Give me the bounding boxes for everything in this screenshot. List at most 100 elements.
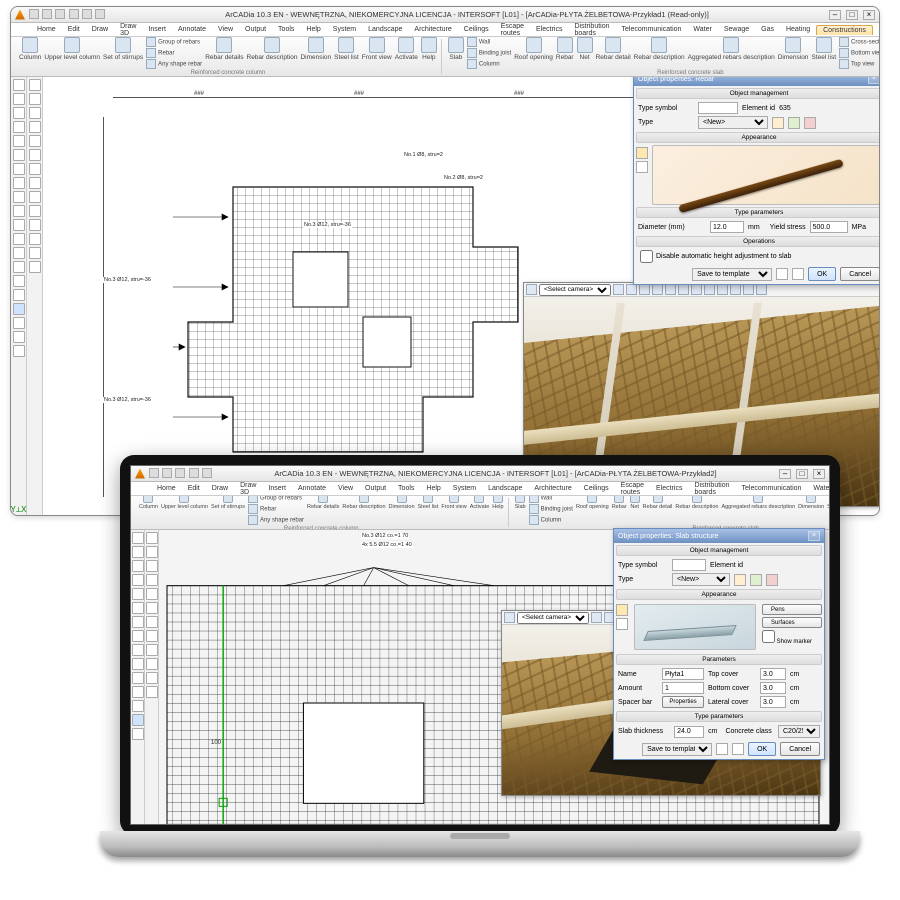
tool-pointer-icon[interactable]	[13, 79, 25, 91]
tool-line-icon[interactable]	[13, 93, 25, 105]
btn-help[interactable]: Help	[421, 37, 437, 69]
tab-water[interactable]: Water	[687, 25, 717, 34]
btn-rebar-desc[interactable]: Rebar description	[247, 37, 298, 69]
tool-b12-icon[interactable]	[29, 233, 41, 245]
tab-landscape[interactable]: Landscape	[362, 25, 408, 34]
input-yield[interactable]	[810, 221, 848, 233]
qat-open-icon[interactable]	[42, 9, 52, 19]
tab-escape[interactable]: Escape routes	[495, 22, 530, 38]
del-type-icon[interactable]	[804, 117, 816, 129]
tool-polyline-icon[interactable]	[13, 107, 25, 119]
input-typesymbol[interactable]	[698, 102, 738, 114]
v3-rotate-icon[interactable]	[591, 612, 602, 623]
close-button[interactable]: ×	[813, 469, 825, 479]
qat-redo-icon[interactable]	[202, 468, 212, 478]
appearance-tab2-icon[interactable]	[616, 618, 628, 630]
drawing-canvas[interactable]: ### ### ###	[43, 77, 879, 515]
qat-save-icon[interactable]	[175, 468, 185, 478]
chk-disable-height[interactable]	[640, 250, 653, 263]
v3-sun-icon[interactable]	[743, 284, 754, 295]
tab-electrics[interactable]: Electrics	[530, 25, 568, 34]
input-amount[interactable]	[662, 682, 704, 694]
tab-ceilings[interactable]: Ceilings	[458, 25, 495, 34]
tool-b14-icon[interactable]	[29, 261, 41, 273]
btn-dimension[interactable]: Dimension	[300, 37, 331, 69]
tab-help[interactable]: Help	[300, 25, 326, 34]
maximize-button[interactable]: □	[796, 469, 808, 479]
tool-b3-icon[interactable]	[29, 107, 41, 119]
tab-insert[interactable]: Insert	[142, 25, 172, 34]
spacer-properties-button[interactable]: Properties	[662, 696, 704, 708]
tool-rect-icon[interactable]	[13, 121, 25, 133]
btn-net[interactable]: Net	[577, 37, 593, 69]
export-icon[interactable]	[732, 743, 744, 755]
v3-zoom-icon[interactable]	[639, 284, 650, 295]
qat-new-icon[interactable]	[29, 9, 39, 19]
btn-dimension2[interactable]: Dimension	[778, 37, 809, 69]
input-name[interactable]	[662, 668, 704, 680]
tab-system[interactable]: System	[327, 25, 362, 34]
v3-side-icon[interactable]	[691, 284, 702, 295]
tab-sewage[interactable]: Sewage	[718, 25, 755, 34]
ok-button[interactable]: OK	[808, 267, 836, 281]
edit-type-icon[interactable]	[750, 574, 762, 586]
import-icon[interactable]	[776, 268, 788, 280]
quick-access-toolbar-2[interactable]	[149, 468, 213, 480]
tool-layers-icon[interactable]	[13, 303, 25, 315]
left-toolbar-2b[interactable]	[145, 530, 159, 825]
tool-b13-icon[interactable]	[29, 247, 41, 259]
tool-b11-icon[interactable]	[29, 219, 41, 231]
v3-wire-icon[interactable]	[730, 284, 741, 295]
btn-rebar-desc2[interactable]: Rebar description	[634, 37, 685, 69]
export-icon[interactable]	[792, 268, 804, 280]
tab-output[interactable]: Output	[239, 25, 272, 34]
add-type-icon[interactable]	[734, 574, 746, 586]
select-concrete-class[interactable]: C20/25	[778, 725, 820, 738]
btn-rebar-detail2[interactable]: Rebar detail	[596, 37, 631, 69]
cancel-button[interactable]: Cancel	[840, 267, 879, 281]
tool-copy-icon[interactable]	[13, 247, 25, 259]
tab-constructions[interactable]: Constructions	[816, 25, 873, 35]
input-slab-thickness[interactable]	[674, 726, 704, 738]
btn-rebar-details[interactable]: Rebar details	[205, 37, 243, 69]
tool-b8-icon[interactable]	[29, 177, 41, 189]
select-type[interactable]: <New>	[672, 573, 730, 586]
btn-slab[interactable]: Slab	[448, 37, 464, 69]
close-button[interactable]: ×	[863, 10, 875, 20]
dialog-close-icon[interactable]: ×	[808, 531, 820, 541]
tool-extend-icon[interactable]	[13, 345, 25, 357]
tool-b1-icon[interactable]	[29, 79, 41, 91]
tool-b7-icon[interactable]	[29, 163, 41, 175]
btn-upper-level[interactable]: Upper level column	[161, 496, 208, 525]
btn-column[interactable]: Column	[139, 496, 158, 525]
tool-b4-icon[interactable]	[29, 121, 41, 133]
tool-mirror-icon[interactable]	[13, 275, 25, 287]
tab-distboards[interactable]: Distribution boards	[568, 22, 615, 38]
v3-front-icon[interactable]	[665, 284, 676, 295]
btn-steel-list2[interactable]: Steel list	[811, 37, 836, 69]
btn-upper-level[interactable]: Upper level column	[44, 37, 100, 69]
tool-hatch-icon[interactable]	[13, 191, 25, 203]
input-typesymbol[interactable]	[672, 559, 706, 571]
v3-shade-icon[interactable]	[717, 284, 728, 295]
btn-steel-list[interactable]: Steel list	[334, 37, 359, 69]
mini-rebars[interactable]: Group of rebarsRebarAny shape rebar	[146, 37, 202, 69]
mini-wallcol[interactable]: WallBinding joistColumn	[467, 37, 511, 69]
btn-activate[interactable]: Activate	[395, 37, 418, 69]
btn-stirrups[interactable]: Set of stirrups	[211, 496, 245, 525]
camera-select-2[interactable]: <Select camera>	[517, 612, 589, 624]
pens-button[interactable]: Pens	[762, 604, 822, 615]
btn-agg-desc[interactable]: Aggregated rebars description	[688, 37, 775, 69]
del-type-icon[interactable]	[766, 574, 778, 586]
tab-architecture[interactable]: Architecture	[408, 25, 457, 34]
chk-show-marker[interactable]	[762, 630, 775, 643]
tool-measure-icon[interactable]	[13, 317, 25, 329]
ribbon-tabs[interactable]: Home Edit Draw Draw 3D Insert Annotate V…	[11, 23, 879, 37]
tool-dim-icon[interactable]	[13, 219, 25, 231]
qat-open-icon[interactable]	[162, 468, 172, 478]
maximize-button[interactable]: □	[846, 10, 858, 20]
btn-front-view[interactable]: Front view	[362, 37, 392, 69]
save-template-select[interactable]: Save to template	[692, 268, 772, 281]
tab-view[interactable]: View	[212, 25, 239, 34]
btn-rebar2[interactable]: Rebar	[556, 37, 574, 69]
